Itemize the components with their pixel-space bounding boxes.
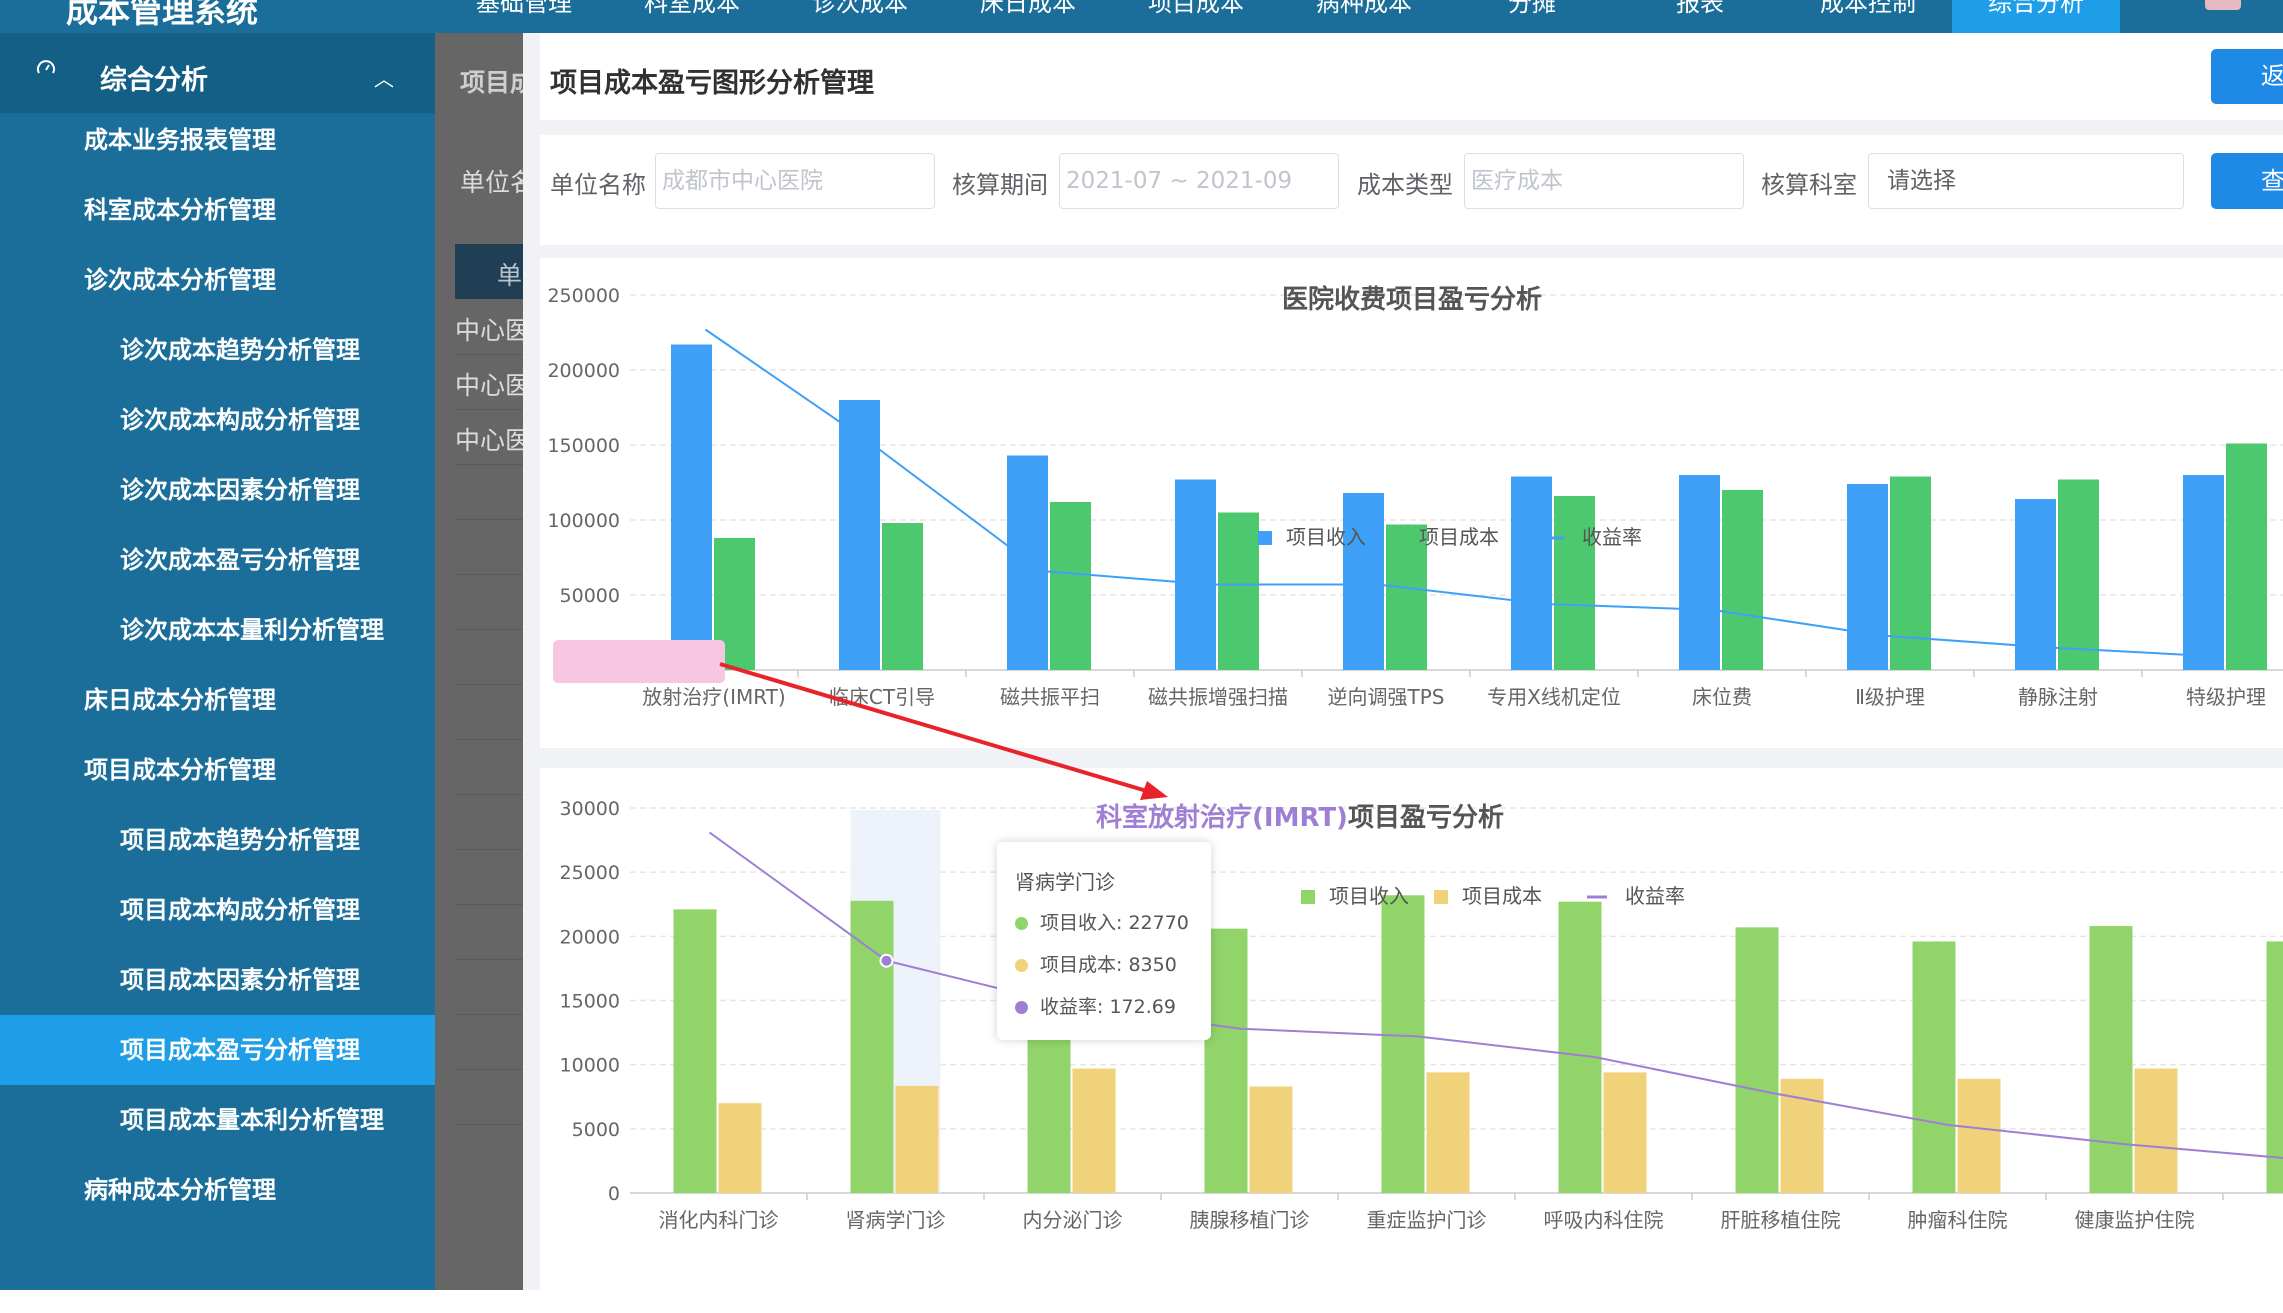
annotation-arrow-layer — [719, 662, 1168, 800]
tooltip-title: 肾病学门诊 — [1015, 870, 1115, 894]
tooltip-row-rate: 收益率: 172.69 — [1015, 992, 1176, 1019]
chart-tooltip: 肾病学门诊 项目收入: 22770 项目成本: 8350 收益率: 172.69 — [997, 842, 1211, 1040]
annotation-arrow-line — [719, 662, 1151, 794]
annotation-arrow-head — [1140, 781, 1168, 800]
tooltip-row-income: 项目收入: 22770 — [1015, 908, 1189, 935]
tooltip-row-cost: 项目成本: 8350 — [1015, 950, 1177, 977]
